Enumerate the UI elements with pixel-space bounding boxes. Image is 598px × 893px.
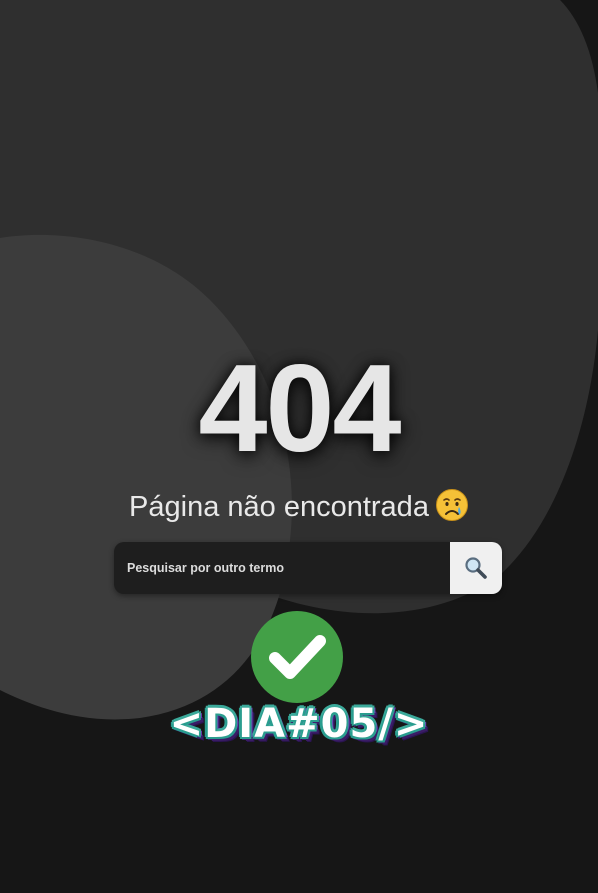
error-code: 404	[198, 340, 402, 478]
magnifier-icon	[465, 557, 487, 579]
error-message: Página não encontrada	[0, 488, 598, 526]
search-input[interactable]	[114, 542, 450, 594]
day-tag: <DIA#05/>	[169, 701, 429, 747]
error-message-text: Página não encontrada	[129, 491, 429, 523]
search-button[interactable]	[450, 542, 502, 594]
search-bar	[114, 542, 502, 594]
check-mark-icon	[251, 611, 343, 703]
crying-face-icon	[435, 489, 468, 521]
